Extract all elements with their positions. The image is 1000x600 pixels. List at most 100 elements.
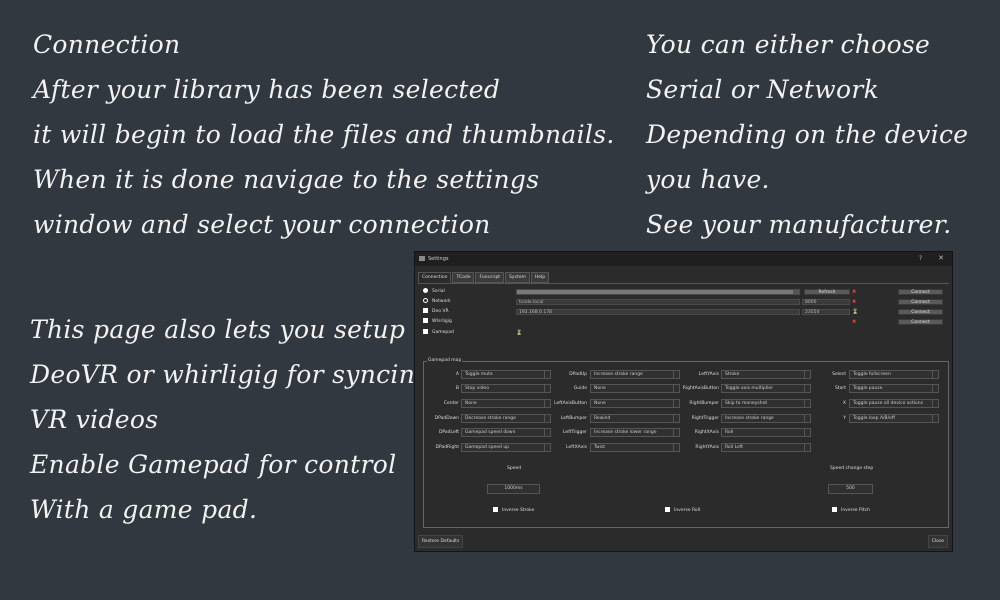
map-select-leftbumper[interactable]: Rewind [590, 414, 680, 423]
chevron-down-icon [932, 400, 938, 407]
chevron-down-icon [793, 290, 799, 294]
network-label: Network [432, 299, 451, 304]
map-select-lefttrigger[interactable]: Increase stroke lower range [590, 428, 680, 437]
map-value: Rewind [594, 416, 611, 421]
disconnected-icon: ✖ [852, 299, 857, 305]
network-connect-button[interactable]: Connect [898, 299, 943, 305]
map-select-leftaxisbutton[interactable]: None [590, 399, 680, 408]
network-port-input[interactable]: 8000 [802, 299, 850, 305]
map-value: Roll Left [725, 445, 744, 450]
map-select-rightxaxis[interactable]: Roll [721, 428, 811, 437]
inverse-stroke-checkbox[interactable]: Inverse Stroke [493, 507, 534, 514]
hourglass-icon: ⌛ [516, 330, 523, 336]
map-value: Roll [725, 430, 734, 435]
map-value: Toggle pause all device actions [853, 401, 924, 406]
whirligig-connect-button[interactable]: Connect [898, 319, 943, 325]
note-line: it will begin to load the files and thum… [33, 120, 615, 149]
note-line: See your manufacturer. [646, 210, 952, 239]
map-value: Toggle axis multiplier [725, 386, 773, 391]
map-label-guide: Guide [573, 386, 587, 391]
tab-help[interactable]: Help [530, 272, 550, 283]
map-select-leftxaxis[interactable]: Twist [590, 443, 680, 452]
restore-defaults-button[interactable]: Restore Defaults [418, 535, 464, 548]
note-line: you have. [646, 165, 770, 194]
map-value: None [465, 401, 477, 406]
map-value: Toggle pause [853, 386, 883, 391]
speed-step-spinbox[interactable]: 500 [828, 484, 873, 494]
map-select-x[interactable]: Toggle pause all device actions [849, 399, 939, 408]
map-select-select[interactable]: Toggle fullscreen [849, 370, 939, 379]
inverse-pitch-checkbox[interactable]: Inverse Pitch [832, 507, 870, 514]
note-line: When it is done navigae to the settings [33, 165, 540, 194]
chevron-down-icon [932, 385, 938, 392]
checkbox-checked-icon [423, 308, 428, 313]
close-window-button[interactable]: ✕ [938, 254, 944, 262]
speed-spinbox[interactable]: 1000ms [487, 484, 540, 494]
instruction-text-vr-gamepad: This page also lets you setup DeoVR or w… [30, 307, 431, 532]
note-line: This page also lets you setup [30, 315, 406, 344]
speed-step-label: Speed change step [830, 466, 874, 471]
map-value: Skip to moneyshot [725, 401, 768, 406]
checkbox-checked-icon [423, 329, 428, 334]
tab-tcode[interactable]: TCode [452, 272, 475, 283]
tab-system[interactable]: System [505, 272, 530, 283]
tab-funscript[interactable]: Funscript [475, 272, 505, 283]
map-label-leftxaxis: LeftXAxis [566, 445, 587, 450]
map-label-dpadup: DPadUp [569, 372, 587, 377]
deovr-checkbox[interactable]: Deo VR [423, 308, 449, 316]
network-radio[interactable]: Network [423, 298, 451, 306]
map-label-leftaxisbutton: LeftAxisButton [554, 401, 587, 406]
gamepad-checkbox[interactable]: Gamepad [423, 329, 454, 337]
serial-label: Serial [432, 289, 445, 294]
speed-label: Speed [507, 466, 522, 471]
map-value: Gamepad speed down [465, 430, 516, 435]
note-line: VR videos [30, 405, 159, 434]
map-label-leftyaxis: LeftYAxis [698, 372, 719, 377]
close-button[interactable]: Close [927, 535, 948, 548]
map-value: Stop video [465, 386, 489, 391]
chevron-down-icon [804, 429, 810, 436]
map-select-rightyaxis[interactable]: Roll Left [721, 443, 811, 452]
whirligig-checkbox[interactable]: Whirligig [423, 318, 452, 326]
note-line: Serial or Network [646, 75, 880, 104]
inverse-roll-checkbox[interactable]: Inverse Roll [665, 507, 700, 514]
gamepad-label: Gamepad [432, 330, 454, 335]
map-value: Toggle fullscreen [853, 372, 891, 377]
chevron-down-icon [804, 444, 810, 451]
map-value: Stroke [725, 372, 740, 377]
deovr-host-input[interactable]: 192.168.0.178 [516, 309, 800, 315]
note-line: You can either choose [646, 30, 931, 59]
serial-radio[interactable]: Serial [423, 288, 445, 296]
radio-unselected-icon [423, 298, 428, 303]
map-label-leftbumper: LeftBumper [560, 416, 587, 421]
map-value: Toggle loop A/B/off [853, 416, 895, 421]
map-label-select: Select [832, 372, 846, 377]
note-line: With a game pad. [30, 495, 258, 524]
disconnected-icon: ✖ [852, 319, 857, 325]
map-label-rightbumper: RightBumper [689, 401, 719, 406]
deovr-port-input[interactable]: 23554 [802, 309, 850, 315]
inverse-pitch-label: Inverse Pitch [841, 508, 870, 513]
tab-connection[interactable]: Connection [418, 272, 452, 283]
map-select-y[interactable]: Toggle loop A/B/off [849, 414, 939, 423]
map-value: Gamepad speed up [465, 445, 510, 450]
map-label-center: Center [443, 401, 459, 406]
settings-tabs: Connection TCode Funscript System Help [418, 272, 550, 283]
checkbox-unchecked-icon [665, 507, 670, 512]
map-select-dpadup[interactable]: Increase stroke range [590, 370, 680, 379]
map-label-dpaddown: DPadDown [434, 416, 459, 421]
chevron-down-icon [932, 415, 938, 422]
help-button[interactable]: ? [919, 255, 922, 262]
note-line: After your library has been selected [33, 75, 501, 104]
map-select-guide[interactable]: None [590, 384, 680, 393]
map-value: Decrease stroke range [465, 416, 516, 421]
refresh-button[interactable]: Refresh [804, 289, 850, 295]
map-label-dpadright: DPadRight [435, 445, 459, 450]
disconnected-icon: ✖ [852, 289, 857, 295]
deovr-connect-button[interactable]: Connect [898, 309, 943, 315]
network-host-input[interactable]: tcode.local [516, 299, 800, 305]
map-select-start[interactable]: Toggle pause [849, 384, 939, 393]
serial-connect-button[interactable]: Connect [898, 289, 943, 295]
serial-port-select[interactable] [516, 289, 800, 295]
map-value: Twist [594, 445, 606, 450]
